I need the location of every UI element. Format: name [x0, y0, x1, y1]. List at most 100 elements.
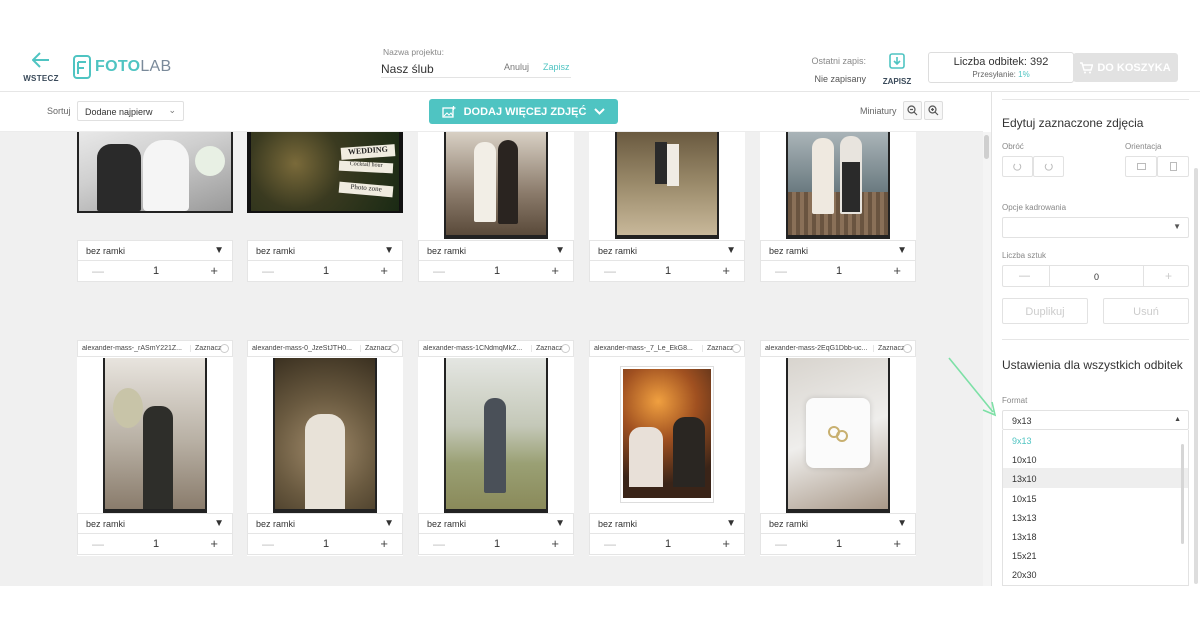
- count-stepper[interactable]: — 0 +: [1002, 265, 1189, 287]
- fotolab-logo[interactable]: FOTOLAB: [72, 52, 172, 82]
- select-label[interactable]: Zaznacz: [702, 345, 733, 352]
- frame-select[interactable]: bez ramki ▼: [247, 240, 403, 261]
- format-option[interactable]: 20x30: [1003, 564, 1188, 583]
- photo-card[interactable]: alexander-mass-_7_Le_EkG8... Zaznacz bez …: [589, 340, 745, 556]
- upload-label: Przesyłanie:: [972, 70, 1016, 79]
- photo-card[interactable]: bez ramki ▼ —1 +: [77, 132, 233, 282]
- orientation-portrait-button[interactable]: [1157, 156, 1189, 177]
- format-dropdown-list[interactable]: 9x13 10x10 13x10 10x15 13x13 13x18 15x21…: [1002, 430, 1189, 586]
- select-label[interactable]: Zaznacz: [531, 345, 562, 352]
- filename: alexander-mass-1CNdmqMkZ...: [423, 345, 523, 352]
- frame-select[interactable]: bez ramki ▼: [589, 513, 745, 534]
- frame-select[interactable]: bez ramki ▼: [589, 240, 745, 261]
- rotate-left-button[interactable]: [1002, 156, 1033, 177]
- quantity-stepper[interactable]: —1 +: [760, 261, 916, 282]
- photo-card[interactable]: WEDDING Cocktail hour Photo zone bez ram…: [247, 132, 403, 282]
- plus-button[interactable]: +: [210, 536, 218, 551]
- quantity-stepper[interactable]: —1 +: [589, 534, 745, 555]
- dropdown-scrollbar[interactable]: [1181, 444, 1184, 544]
- cancel-link[interactable]: Anuluj: [504, 62, 529, 72]
- quantity-stepper[interactable]: —1 +: [589, 261, 745, 282]
- plus-button[interactable]: +: [551, 536, 559, 551]
- photo-thumbnail[interactable]: [786, 358, 890, 513]
- plus-button[interactable]: +: [722, 536, 730, 551]
- plus-button[interactable]: +: [551, 263, 559, 278]
- photo-card[interactable]: bez ramki ▼ —1 +: [760, 132, 916, 282]
- quantity-stepper[interactable]: —1 +: [247, 261, 403, 282]
- format-option[interactable]: 10x10: [1003, 449, 1188, 468]
- zoom-in-button[interactable]: [924, 101, 943, 120]
- select-checkbox[interactable]: [903, 344, 912, 353]
- plus-button[interactable]: +: [380, 536, 388, 551]
- format-option[interactable]: 13x13: [1003, 507, 1188, 526]
- count-value[interactable]: 0: [1049, 266, 1144, 286]
- photo-thumbnail[interactable]: [444, 358, 548, 513]
- select-label[interactable]: Zaznacz: [873, 345, 904, 352]
- delete-button[interactable]: Usuń: [1103, 298, 1189, 324]
- select-checkbox[interactable]: [390, 344, 399, 353]
- photo-thumbnail[interactable]: [444, 132, 548, 239]
- quantity-stepper[interactable]: —1 +: [77, 534, 233, 555]
- frame-select[interactable]: bez ramki ▼: [247, 513, 403, 534]
- plus-button[interactable]: +: [380, 263, 388, 278]
- select-label[interactable]: Zaznacz: [190, 345, 221, 352]
- orientation-landscape-button[interactable]: [1125, 156, 1157, 177]
- photo-card[interactable]: alexander-mass-_rASmY221Z... Zaznacz bez …: [77, 340, 233, 556]
- cart-button[interactable]: DO KOSZYKA: [1073, 53, 1178, 82]
- photo-thumbnail[interactable]: [620, 366, 714, 503]
- photo-card[interactable]: bez ramki ▼ —1 +: [418, 132, 574, 282]
- add-photos-button[interactable]: DODAJ WIĘCEJ ZDJĘĆ: [429, 99, 618, 124]
- plus-button[interactable]: +: [893, 536, 901, 551]
- save-button[interactable]: ZAPISZ: [879, 53, 915, 89]
- photo-card[interactable]: alexander-mass-2EqG1Dbb-uc... Zaznacz bez…: [760, 340, 916, 556]
- frame-select[interactable]: bez ramki ▼: [77, 513, 233, 534]
- select-checkbox[interactable]: [561, 344, 570, 353]
- frame-select[interactable]: bez ramki ▼: [760, 240, 916, 261]
- photo-card[interactable]: alexander-mass-1CNdmqMkZ... Zaznacz bez r…: [418, 340, 574, 556]
- gallery-scrollbar-thumb[interactable]: [984, 135, 989, 159]
- select-checkbox[interactable]: [220, 344, 229, 353]
- plus-button[interactable]: +: [893, 263, 901, 278]
- zoom-out-button[interactable]: [903, 101, 922, 120]
- back-button[interactable]: WSTECZ: [22, 52, 60, 86]
- duplicate-button[interactable]: Duplikuj: [1002, 298, 1088, 324]
- plus-button[interactable]: +: [210, 263, 218, 278]
- minus-button[interactable]: —: [1019, 270, 1030, 282]
- format-option[interactable]: 13x10: [1003, 468, 1188, 488]
- crop-options-select[interactable]: ▼: [1002, 217, 1189, 238]
- frame-select[interactable]: bez ramki ▼: [77, 240, 233, 261]
- plus-button[interactable]: +: [1165, 269, 1172, 283]
- photo-thumbnail[interactable]: [77, 132, 233, 213]
- photo-card[interactable]: alexander-mass-0_JzeStJTH0... Zaznacz bez…: [247, 340, 403, 556]
- sort-select[interactable]: Dodane najpierw ⌄: [77, 101, 184, 121]
- quantity-stepper[interactable]: —1 +: [418, 534, 574, 555]
- photo-thumbnail[interactable]: WEDDING Cocktail hour Photo zone: [247, 132, 403, 213]
- frame-select[interactable]: bez ramki ▼: [760, 513, 916, 534]
- format-select[interactable]: 9x13 ▲: [1002, 410, 1189, 430]
- frame-select[interactable]: bez ramki ▼: [418, 240, 574, 261]
- plus-button[interactable]: +: [722, 263, 730, 278]
- photo-thumbnail[interactable]: [615, 132, 719, 239]
- format-option[interactable]: 13x18: [1003, 526, 1188, 545]
- select-label[interactable]: Zaznacz: [360, 345, 391, 352]
- photo-card[interactable]: bez ramki ▼ —1 +: [589, 132, 745, 282]
- quantity-stepper[interactable]: —1 +: [418, 261, 574, 282]
- save-link[interactable]: Zapisz: [543, 62, 570, 72]
- frame-value: bez ramki: [598, 519, 638, 529]
- photo-thumbnail[interactable]: [786, 132, 890, 239]
- photo-gallery[interactable]: bez ramki ▼ —1 + WEDDING Cocktail hour Pho…: [0, 132, 983, 586]
- frame-select[interactable]: bez ramki ▼: [418, 513, 574, 534]
- photo-thumbnail[interactable]: [273, 358, 377, 513]
- format-option[interactable]: 10x15: [1003, 488, 1188, 507]
- rotate-right-button[interactable]: [1033, 156, 1064, 177]
- panel-scrollbar[interactable]: [1194, 168, 1198, 584]
- quantity-stepper[interactable]: —1 +: [247, 534, 403, 555]
- quantity-stepper[interactable]: —1 +: [77, 261, 233, 282]
- quantity-stepper[interactable]: —1 +: [760, 534, 916, 555]
- rotate-label: Obróć: [1002, 142, 1024, 151]
- format-label: Format: [1002, 396, 1028, 405]
- select-checkbox[interactable]: [732, 344, 741, 353]
- format-option[interactable]: 15x21: [1003, 545, 1188, 564]
- format-option[interactable]: 9x13: [1003, 430, 1188, 449]
- photo-thumbnail[interactable]: [103, 358, 207, 513]
